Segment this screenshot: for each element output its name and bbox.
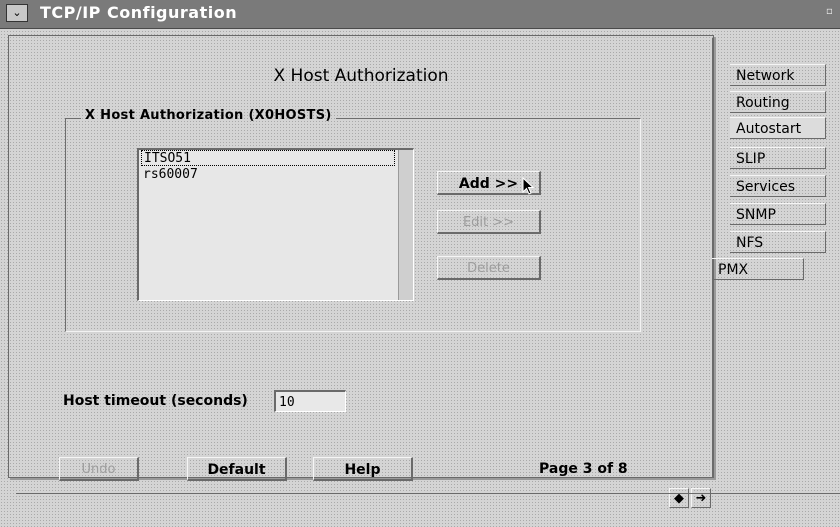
tab-slip[interactable]: SLIP bbox=[730, 147, 826, 169]
host-timeout-input[interactable]: 10 bbox=[274, 390, 346, 412]
system-menu-icon[interactable]: ⌄ bbox=[6, 4, 28, 22]
vertical-scrollbar[interactable] bbox=[398, 150, 413, 300]
page-title: X Host Authorization bbox=[273, 66, 449, 86]
title-bar[interactable]: ⌄ TCP/IP Configuration ▫ bbox=[0, 0, 840, 29]
next-page-icon[interactable]: ➜ bbox=[691, 488, 711, 508]
tab-nfs[interactable]: NFS bbox=[730, 231, 826, 253]
tab-services[interactable]: Services bbox=[730, 175, 826, 197]
delete-button[interactable]: Delete bbox=[437, 256, 541, 280]
window-title: TCP/IP Configuration bbox=[40, 3, 238, 22]
group-label: X Host Authorization (X0HOSTS) bbox=[81, 108, 336, 123]
edit-button[interactable]: Edit >> bbox=[437, 210, 541, 234]
window-frame-divider bbox=[16, 493, 840, 494]
page-navigation: ◆ ➜ bbox=[669, 488, 713, 508]
host-listbox[interactable]: ITSO51 rs60007 bbox=[137, 148, 414, 301]
undo-button[interactable]: Undo bbox=[59, 457, 139, 481]
default-button[interactable]: Default bbox=[187, 457, 287, 481]
page-indicator: Page 3 of 8 bbox=[539, 461, 628, 477]
help-button[interactable]: Help bbox=[313, 457, 413, 481]
previous-page-icon[interactable]: ◆ bbox=[669, 488, 689, 508]
notebook-page: X Host Authorization X Host Authorizatio… bbox=[8, 35, 714, 508]
list-item[interactable]: rs60007 bbox=[141, 167, 198, 183]
tab-autostart[interactable]: Autostart bbox=[730, 117, 826, 139]
tab-snmp[interactable]: SNMP bbox=[730, 203, 826, 225]
list-item[interactable]: ITSO51 bbox=[141, 150, 395, 166]
tab-pmx[interactable]: PMX bbox=[712, 258, 804, 280]
tcpip-config-window: ⌄ TCP/IP Configuration ▫ X Host Authoriz… bbox=[0, 0, 840, 527]
mouse-pointer-icon bbox=[522, 177, 535, 195]
host-timeout-label: Host timeout (seconds) bbox=[63, 393, 248, 409]
tab-routing[interactable]: Routing bbox=[730, 91, 826, 113]
minimize-icon[interactable]: ▫ bbox=[826, 6, 838, 18]
tab-network[interactable]: Network bbox=[730, 64, 826, 86]
